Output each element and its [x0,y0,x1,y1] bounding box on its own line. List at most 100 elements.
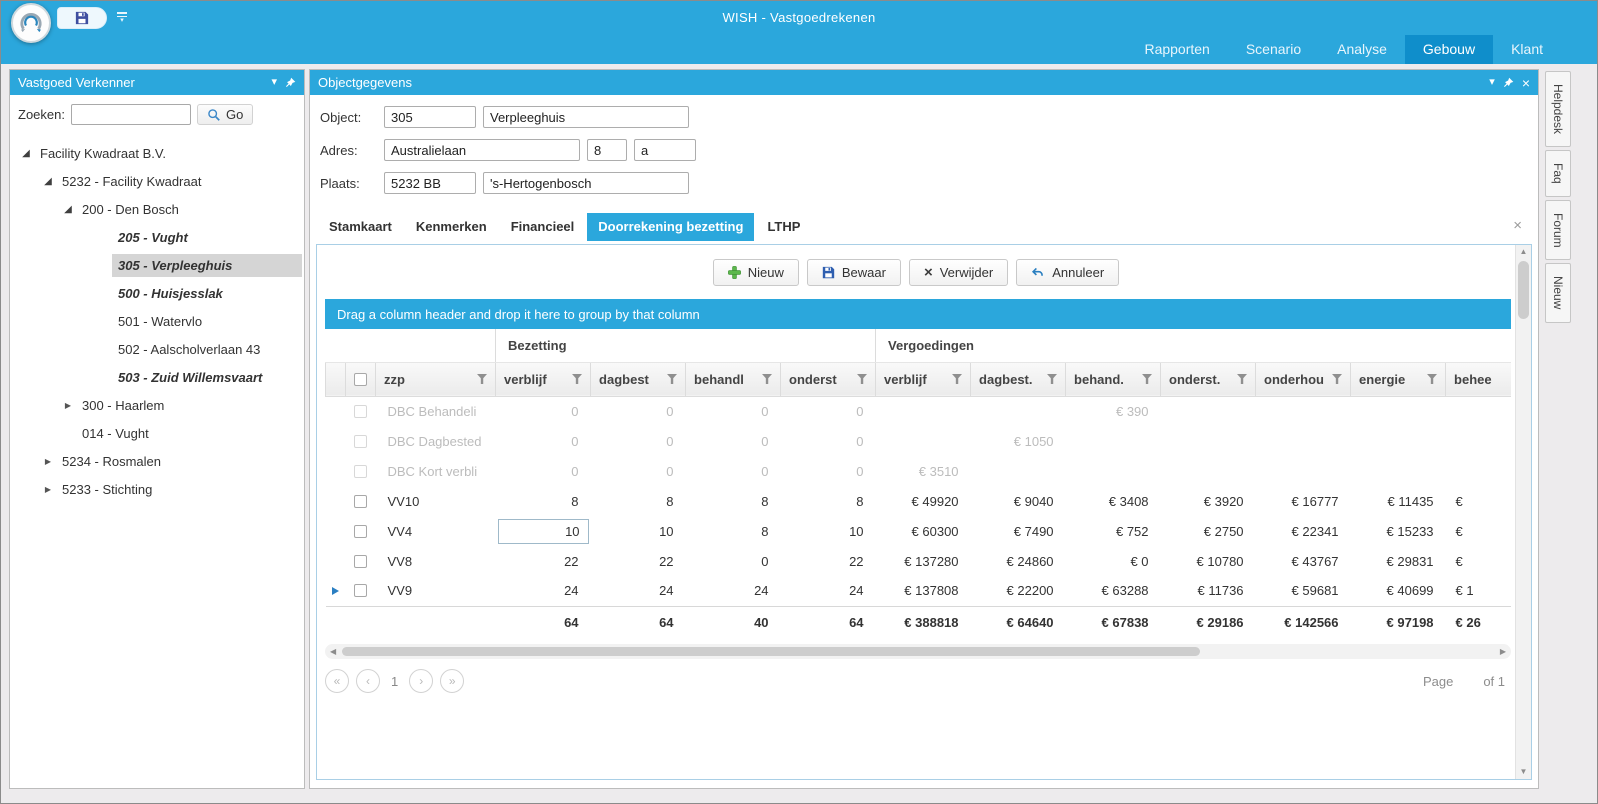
filter-icon[interactable] [667,374,677,384]
column-header-onderhou[interactable]: onderhou [1256,362,1351,396]
tree-item-5233-stichting[interactable]: ▶5233 - Stichting [10,475,304,503]
tree-item-503-zuid-willemsvaart[interactable]: 503 - Zuid Willemsvaart [10,363,304,391]
side-tab-faq[interactable]: Faq [1545,150,1571,197]
row-checkbox[interactable] [354,495,367,508]
pin-icon[interactable] [285,77,296,88]
postcode-field[interactable] [384,172,476,194]
tab-lthp[interactable]: LTHP [756,213,811,241]
filter-icon[interactable] [1332,374,1342,384]
horizontal-scrollbar[interactable]: ◀ ▶ [325,644,1511,659]
cell-editor[interactable]: 10 [498,519,589,544]
nieuw-button[interactable]: Nieuw [713,259,799,286]
close-icon[interactable]: × [1522,76,1530,90]
column-header-dagbest[interactable]: dagbest [591,362,686,396]
tab-stamkaart[interactable]: Stamkaart [318,213,403,241]
filter-icon[interactable] [1047,374,1057,384]
tree-item-305-verpleeghuis[interactable]: 305 - Verpleeghuis [10,251,304,279]
street-field[interactable] [384,139,580,161]
row-checkbox[interactable] [354,555,367,568]
tree-item-5234-rosmalen[interactable]: ▶5234 - Rosmalen [10,447,304,475]
grid-row-dbc-behandeli[interactable]: DBC Behandeli0000€ 390 [326,396,1512,426]
column-header-zzp[interactable]: zzp [376,362,496,396]
grid-row-dbc-dagbested[interactable]: DBC Dagbested0000€ 1050 [326,426,1512,456]
house-suffix-field[interactable] [634,139,696,161]
grid-row-vv10[interactable]: VV108888€ 49920€ 9040€ 3408€ 3920€ 16777… [326,486,1512,516]
tab-doorrekening-bezetting[interactable]: Doorrekening bezetting [587,213,754,241]
pager-prev-button[interactable]: ‹ [356,669,380,693]
bewaar-button[interactable]: Bewaar [807,259,901,286]
side-tab-nieuw[interactable]: Nieuw [1545,263,1571,322]
tab-kenmerken[interactable]: Kenmerken [405,213,498,241]
row-checkbox[interactable] [354,584,367,597]
tree-collapsed-icon[interactable]: ▶ [40,457,56,466]
column-header-dagbest[interactable]: dagbest. [971,362,1066,396]
verwijder-button[interactable]: × Verwijder [909,259,1008,286]
nav-tab-klant[interactable]: Klant [1493,35,1561,64]
tree-item-501-watervlo[interactable]: 501 - Watervlo [10,307,304,335]
grid-row-dbc-kort-verbli[interactable]: DBC Kort verbli0000€ 3510 [326,456,1512,486]
filter-icon[interactable] [1427,374,1437,384]
grid-row-vv9[interactable]: VV924242424€ 137808€ 22200€ 63288€ 11736… [326,576,1512,606]
search-input[interactable] [71,104,191,125]
tree-item-014-vught[interactable]: 014 - Vught [10,419,304,447]
nav-tab-gebouw[interactable]: Gebouw [1405,35,1493,64]
titlebar-menu-icon[interactable]: ▾ [117,12,127,23]
tree-item-200-den-bosch[interactable]: ◢200 - Den Bosch [10,195,304,223]
city-field[interactable] [483,172,689,194]
tree-item-205-vught[interactable]: 205 - Vught [10,223,304,251]
hscroll-thumb[interactable] [342,647,1200,656]
filter-icon[interactable] [1237,374,1247,384]
tab-financieel[interactable]: Financieel [500,213,586,241]
tree-item-502-aalscholverlaan-43[interactable]: 502 - Aalscholverlaan 43 [10,335,304,363]
column-header-behand[interactable]: behand. [1066,362,1161,396]
pager-first-button[interactable]: « [325,669,349,693]
filter-icon[interactable] [572,374,582,384]
tree-item-5232-facility-kwadraat[interactable]: ◢5232 - Facility Kwadraat [10,167,304,195]
tree-expanded-icon[interactable]: ◢ [18,148,34,159]
tree-item-300-haarlem[interactable]: ▶300 - Haarlem [10,391,304,419]
column-header-onderst[interactable]: onderst. [1161,362,1256,396]
tree-expanded-icon[interactable]: ◢ [40,176,56,187]
object-code-field[interactable] [384,106,476,128]
side-tab-helpdesk[interactable]: Helpdesk [1545,71,1571,147]
grid-row-vv8[interactable]: VV82222022€ 137280€ 24860€ 0€ 10780€ 437… [326,546,1512,576]
tree-collapsed-icon[interactable]: ▶ [40,485,56,494]
column-header-behee[interactable]: behee [1446,362,1511,396]
row-checkbox[interactable] [354,405,367,418]
filter-icon[interactable] [857,374,867,384]
pager-last-button[interactable]: » [440,669,464,693]
filter-icon[interactable] [952,374,962,384]
scroll-up-icon[interactable]: ▲ [1516,245,1531,259]
scroll-left-icon[interactable]: ◀ [328,648,338,656]
pager-next-button[interactable]: › [409,669,433,693]
grid-row-vv4[interactable]: VV41010810€ 60300€ 7490€ 752€ 2750€ 2234… [326,516,1512,546]
scroll-down-icon[interactable]: ▼ [1516,765,1531,779]
hscroll-track[interactable] [338,647,1498,656]
pin-icon[interactable] [1503,77,1514,88]
tree-item-facility-kwadraat-b-v[interactable]: ◢Facility Kwadraat B.V. [10,139,304,167]
filter-icon[interactable] [762,374,772,384]
vscroll-thumb[interactable] [1518,261,1529,319]
house-number-field[interactable] [587,139,627,161]
row-checkbox[interactable] [354,525,367,538]
row-checkbox[interactable] [354,435,367,448]
nav-tab-analyse[interactable]: Analyse [1319,35,1405,64]
column-header-verblijf[interactable]: verblijf [876,362,971,396]
nav-tab-rapporten[interactable]: Rapporten [1126,35,1227,64]
chevron-down-icon[interactable]: ▾ [271,77,277,88]
group-by-bar[interactable]: Drag a column header and drop it here to… [325,299,1511,329]
object-name-field[interactable] [483,106,689,128]
side-tab-forum[interactable]: Forum [1545,200,1571,261]
select-all-checkbox[interactable] [354,373,367,386]
column-header-behandl[interactable]: behandl [686,362,781,396]
nav-tab-scenario[interactable]: Scenario [1228,35,1319,64]
tree-collapsed-icon[interactable]: ▶ [60,401,76,410]
filter-icon[interactable] [1142,374,1152,384]
scroll-right-icon[interactable]: ▶ [1498,648,1508,656]
row-checkbox[interactable] [354,465,367,478]
annuleer-button[interactable]: Annuleer [1016,259,1119,286]
filter-icon[interactable] [477,374,487,384]
tree-expanded-icon[interactable]: ◢ [60,204,76,215]
column-header-verblijf[interactable]: verblijf [496,362,591,396]
search-go-button[interactable]: Go [197,104,253,125]
